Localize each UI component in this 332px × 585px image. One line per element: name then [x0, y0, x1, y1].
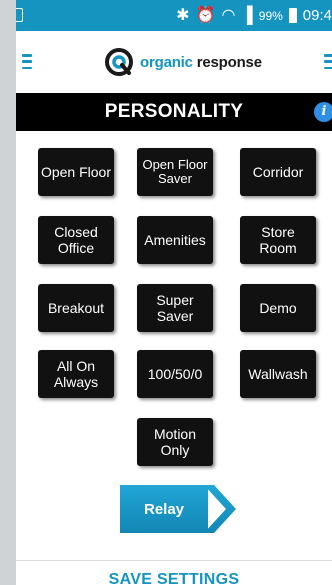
- menu-icon[interactable]: [22, 54, 32, 69]
- logo-text: organic response: [140, 54, 262, 71]
- personality-closed-office-button[interactable]: Closed Office: [38, 216, 114, 264]
- title-bar: PERSONALITY i: [16, 93, 332, 131]
- alarm-icon: ⏰: [195, 6, 216, 24]
- personality-demo-button[interactable]: Demo: [240, 284, 316, 332]
- clock: 09:4: [302, 7, 332, 24]
- personality-breakout-button[interactable]: Breakout: [38, 284, 114, 332]
- relay-button[interactable]: Relay: [120, 485, 238, 533]
- personality-super-saver-button[interactable]: Super Saver: [137, 284, 213, 332]
- logo-word-organic: organic: [140, 53, 193, 71]
- relay-label: Relay: [120, 485, 208, 533]
- save-settings-bar: SAVE SETTINGS: [16, 560, 332, 585]
- personality-open-floor-saver-button[interactable]: Open Floor Saver: [137, 148, 213, 196]
- settings-menu-icon[interactable]: [324, 54, 332, 69]
- personality-store-room-button[interactable]: Store Room: [240, 216, 316, 264]
- personality-open-floor-button[interactable]: Open Floor: [38, 148, 114, 196]
- personality-amenities-button[interactable]: Amenities: [137, 216, 213, 264]
- save-settings-button[interactable]: SAVE SETTINGS: [16, 571, 332, 585]
- personality-all-on-always-button[interactable]: All On Always: [38, 350, 114, 398]
- logo-mark-icon: [105, 48, 133, 76]
- notification-icon: [16, 8, 23, 22]
- status-bar: ✱ ⏰ ◠ ▐ 99% 09:4: [16, 0, 332, 31]
- battery-percent: 99%: [258, 8, 283, 23]
- signal-icon: ▐: [241, 6, 253, 24]
- app-screen: ✱ ⏰ ◠ ▐ 99% 09:4 organic response PERSON…: [16, 0, 332, 585]
- wifi-icon: ◠: [221, 6, 236, 24]
- logo-word-response: response: [196, 53, 262, 71]
- chevron-right-icon: [204, 485, 236, 533]
- personality-100-50-0-button[interactable]: 100/50/0: [137, 350, 213, 398]
- app-header: organic response: [16, 31, 332, 93]
- page-title: PERSONALITY: [104, 101, 244, 122]
- info-icon[interactable]: i: [314, 102, 332, 122]
- bluetooth-icon: ✱: [176, 6, 190, 24]
- status-icons: ✱ ⏰ ◠ ▐ 99% 09:4: [176, 0, 332, 31]
- personality-corridor-button[interactable]: Corridor: [240, 148, 316, 196]
- personality-wallwash-button[interactable]: Wallwash: [240, 350, 316, 398]
- battery-icon: [288, 8, 297, 23]
- personality-motion-only-button[interactable]: Motion Only: [137, 418, 213, 466]
- organic-response-logo: organic response: [104, 47, 262, 77]
